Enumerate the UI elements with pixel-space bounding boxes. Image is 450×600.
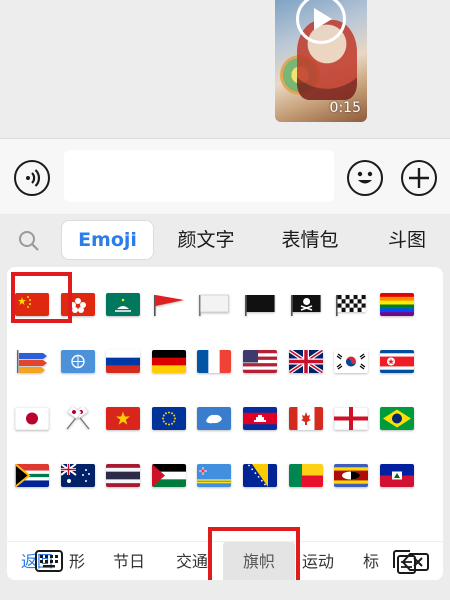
flag-aruba-icon[interactable] [191, 452, 237, 491]
flag-grid [7, 281, 443, 491]
keyboard-icon[interactable] [34, 549, 64, 579]
flag-haiti-icon[interactable] [374, 452, 420, 491]
video-duration: 0:15 [329, 100, 361, 116]
flag-benin-icon[interactable] [283, 452, 329, 491]
tab-emoji[interactable]: Emoji [61, 220, 154, 260]
flag-russia-icon[interactable] [100, 338, 146, 384]
flag-vietnam-icon[interactable] [100, 395, 146, 441]
flag-antarctica-icon[interactable] [191, 395, 237, 441]
plus-button[interactable] [401, 160, 437, 196]
message-input[interactable] [64, 150, 334, 202]
flag-hong-kong-icon[interactable] [55, 281, 101, 327]
flag-chequered-flag-icon[interactable] [328, 281, 374, 327]
emoji-manage-icon[interactable] [390, 548, 418, 580]
tab-meme-battle[interactable]: 斗图 [379, 220, 435, 260]
input-bar [0, 138, 450, 214]
flag-rainbow-flag-icon[interactable] [374, 281, 420, 327]
voice-icon [26, 169, 40, 187]
search-icon[interactable] [17, 229, 41, 257]
flag-palestine-icon[interactable] [146, 452, 192, 491]
panel-tab-row: Emoji 颜文字 表情包 斗图 [0, 214, 450, 266]
flag-white-flag-icon[interactable] [191, 281, 237, 327]
flag-england-icon[interactable] [328, 395, 374, 441]
flag-brazil-icon[interactable] [374, 395, 420, 441]
flag-black-flag-icon[interactable] [237, 281, 283, 327]
flag-carp-streamer-icon[interactable] [9, 338, 55, 384]
flag-south-africa-icon[interactable] [9, 452, 55, 491]
flag-united-nations-icon[interactable] [55, 338, 101, 384]
emoji-panel: Emoji 颜文字 表情包 斗图 返回 形 节日 交通 旗帜 运动 标 [0, 214, 450, 600]
flag-australia-icon[interactable] [55, 452, 101, 491]
tab-sticker-packs[interactable]: 表情包 [272, 220, 348, 260]
emoji-button[interactable] [347, 160, 383, 196]
flag-red-triangular-flag-icon[interactable] [146, 281, 192, 327]
panel-bottom-bar [0, 540, 450, 600]
flag-cambodia-icon[interactable] [237, 395, 283, 441]
video-message[interactable]: 0:15 [275, 0, 367, 122]
tab-kaomoji[interactable]: 颜文字 [168, 220, 244, 260]
flag-south-korea-icon[interactable] [328, 338, 374, 384]
flag-macau-icon[interactable] [100, 281, 146, 327]
flag-north-korea-icon[interactable] [374, 338, 420, 384]
plus-icon [409, 168, 429, 188]
flag-european-union-icon[interactable] [146, 395, 192, 441]
flag-united-kingdom-icon[interactable] [283, 338, 329, 384]
flag-canada-icon[interactable] [283, 395, 329, 441]
flag-japan-icon[interactable] [9, 395, 55, 441]
flag-bosnia-and-herzegovina-icon[interactable] [237, 452, 283, 491]
flag-crossed-flags-icon[interactable] [55, 395, 101, 441]
flag-pirate-flag-icon[interactable] [283, 281, 329, 327]
flag-united-states-icon[interactable] [237, 338, 283, 384]
emoji-grid-card: 返回 形 节日 交通 旗帜 运动 标 [7, 267, 443, 580]
flag-eswatini-icon[interactable] [328, 452, 374, 491]
flag-germany-icon[interactable] [146, 338, 192, 384]
flag-france-icon[interactable] [191, 338, 237, 384]
flag-thailand-icon[interactable] [100, 452, 146, 491]
voice-button[interactable] [14, 160, 50, 196]
flag-china-icon[interactable] [9, 281, 55, 327]
smiley-icon [357, 171, 373, 184]
chat-area: 0:15 [0, 0, 450, 138]
